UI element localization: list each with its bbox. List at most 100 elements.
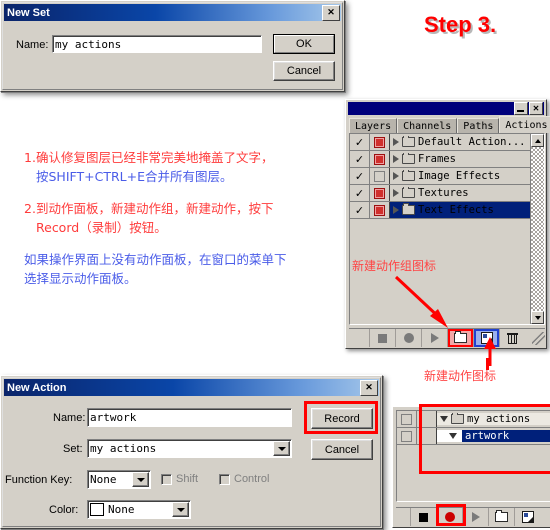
table-row[interactable]: ✓ Image Effects [350, 168, 530, 185]
new-set-name-input[interactable]: my actions [52, 35, 262, 53]
new-set-button[interactable] [488, 508, 514, 526]
new-action-name-label: Name: [53, 412, 86, 424]
shift-modifier[interactable]: Shift [161, 473, 198, 485]
table-row[interactable]: ✓ Text Effects [350, 202, 530, 219]
new-set-title: New Set [7, 6, 50, 19]
tab-paths[interactable]: Paths [457, 118, 500, 133]
scrollbar-track[interactable] [531, 147, 544, 311]
new-set-button[interactable] [447, 329, 473, 347]
folder-icon [402, 203, 415, 215]
row-label: Image Effects [418, 170, 501, 182]
function-key-label: Function Key: [5, 474, 73, 486]
control-checkbox[interactable] [219, 473, 230, 485]
table-row[interactable]: ✓ Default Action... [350, 134, 530, 151]
delete-button[interactable] [499, 329, 525, 347]
new-action-title: New Action [7, 381, 67, 394]
stop-icon [378, 333, 387, 343]
row-visibility-checkbox[interactable]: ✓ [350, 134, 370, 150]
record-button[interactable] [395, 329, 421, 347]
stop-button[interactable] [410, 508, 436, 526]
disclosure-triangle-icon[interactable] [393, 206, 399, 214]
row-dialog-toggle[interactable] [370, 202, 390, 218]
row-dialog-toggle[interactable] [370, 168, 390, 184]
tab-channels[interactable]: Channels [397, 118, 458, 133]
folder-icon [402, 153, 415, 164]
row-label: Text Effects [418, 204, 494, 216]
cancel-button[interactable]: Cancel [273, 61, 335, 81]
row-dialog-toggle[interactable] [370, 134, 390, 150]
row-visibility-checkbox[interactable] [397, 411, 417, 427]
row-label-cell: Default Action... [390, 136, 530, 148]
annotation-connector-bar [486, 358, 489, 370]
row-visibility-checkbox[interactable]: ✓ [350, 151, 370, 167]
ok-button[interactable]: OK [273, 34, 335, 54]
function-key-dropdown[interactable]: None [87, 470, 151, 489]
instruction-item-3: 如果操作界面上没有动作面板，在窗口的菜单下 选择显示动作面板。 [24, 250, 334, 288]
row-label-cell: Image Effects [390, 170, 530, 182]
color-dropdown-value: None [108, 503, 135, 516]
table-row[interactable]: ✓ Textures [350, 185, 530, 202]
empty-checkbox-icon [401, 413, 412, 425]
new-action-button[interactable] [514, 508, 540, 526]
new-action-button[interactable] [473, 329, 499, 347]
new-set-dialog: New Set ✕ Name: my actions OK Cancel [0, 0, 345, 92]
new-action-name-input[interactable]: artwork [87, 408, 292, 427]
vertical-scrollbar[interactable] [530, 134, 544, 324]
result-rows-highlight [419, 404, 550, 474]
control-modifier[interactable]: Control [219, 473, 269, 485]
chevron-down-icon[interactable] [172, 502, 189, 517]
dialog-box-icon [374, 136, 385, 148]
actions-palette-toolbar [349, 328, 545, 347]
tab-layers[interactable]: Layers [349, 118, 398, 133]
dialog-box-icon [374, 204, 385, 216]
disclosure-triangle-icon[interactable] [393, 172, 399, 180]
minimize-icon[interactable] [514, 102, 528, 115]
shift-label: Shift [176, 473, 199, 485]
new-set-titlebar: New Set ✕ [4, 4, 341, 21]
close-icon[interactable]: ✕ [360, 379, 378, 396]
new-action-dialog: New Action ✕ Name: artwork Set: my actio… [0, 375, 383, 529]
row-visibility-checkbox[interactable] [397, 428, 417, 444]
folder-icon [402, 170, 415, 181]
row-label-cell: Text Effects [390, 202, 530, 218]
scroll-down-button[interactable] [531, 311, 544, 324]
stop-icon [419, 512, 428, 522]
row-visibility-checkbox[interactable]: ✓ [350, 168, 370, 184]
instruction-2-line-2: Record（录制）按钮。 [36, 220, 167, 235]
chevron-down-icon[interactable] [132, 472, 149, 487]
row-label: Default Action... [418, 136, 526, 148]
close-icon[interactable]: ✕ [322, 4, 340, 21]
chevron-down-icon[interactable] [273, 441, 290, 456]
disclosure-triangle-icon[interactable] [393, 138, 399, 146]
close-icon[interactable]: ✕ [529, 102, 543, 115]
row-dialog-toggle[interactable] [370, 151, 390, 167]
empty-checkbox-icon [401, 430, 412, 442]
color-dropdown[interactable]: None [87, 500, 191, 519]
control-label: Control [234, 473, 270, 485]
row-label: Textures [418, 187, 469, 199]
tab-actions[interactable]: Actions [499, 116, 550, 133]
shift-checkbox[interactable] [161, 473, 172, 485]
record-icon [403, 333, 414, 343]
actions-palette: ✕ Layers Channels Paths Actions ✓ Defaul… [345, 99, 550, 349]
new-action-set-label: Set: [63, 443, 83, 455]
row-dialog-toggle[interactable] [370, 185, 390, 201]
instruction-3-line-2: 选择显示动作面板。 [24, 271, 137, 286]
disclosure-triangle-icon[interactable] [393, 155, 399, 163]
stop-button[interactable] [369, 329, 395, 347]
dialog-box-icon [374, 187, 385, 199]
row-visibility-checkbox[interactable]: ✓ [350, 185, 370, 201]
scroll-up-button[interactable] [531, 134, 544, 147]
instruction-1-line-2: 按SHIFT+CTRL+E合并所有图层。 [36, 169, 233, 184]
set-dropdown[interactable]: my actions [87, 439, 292, 458]
cancel-button[interactable]: Cancel [311, 439, 373, 460]
resize-grip-icon[interactable] [532, 331, 545, 345]
table-row[interactable]: ✓ Frames [350, 151, 530, 168]
row-visibility-checkbox[interactable]: ✓ [350, 202, 370, 218]
play-button[interactable] [421, 329, 447, 347]
dialog-box-icon [374, 153, 385, 165]
folder-icon [402, 136, 415, 147]
instruction-item-1: 1.确认修复图层已经非常完美地掩盖了文字， 按SHIFT+CTRL+E合并所有图… [24, 148, 334, 186]
new-action-icon [521, 511, 534, 523]
disclosure-triangle-icon[interactable] [393, 189, 399, 197]
